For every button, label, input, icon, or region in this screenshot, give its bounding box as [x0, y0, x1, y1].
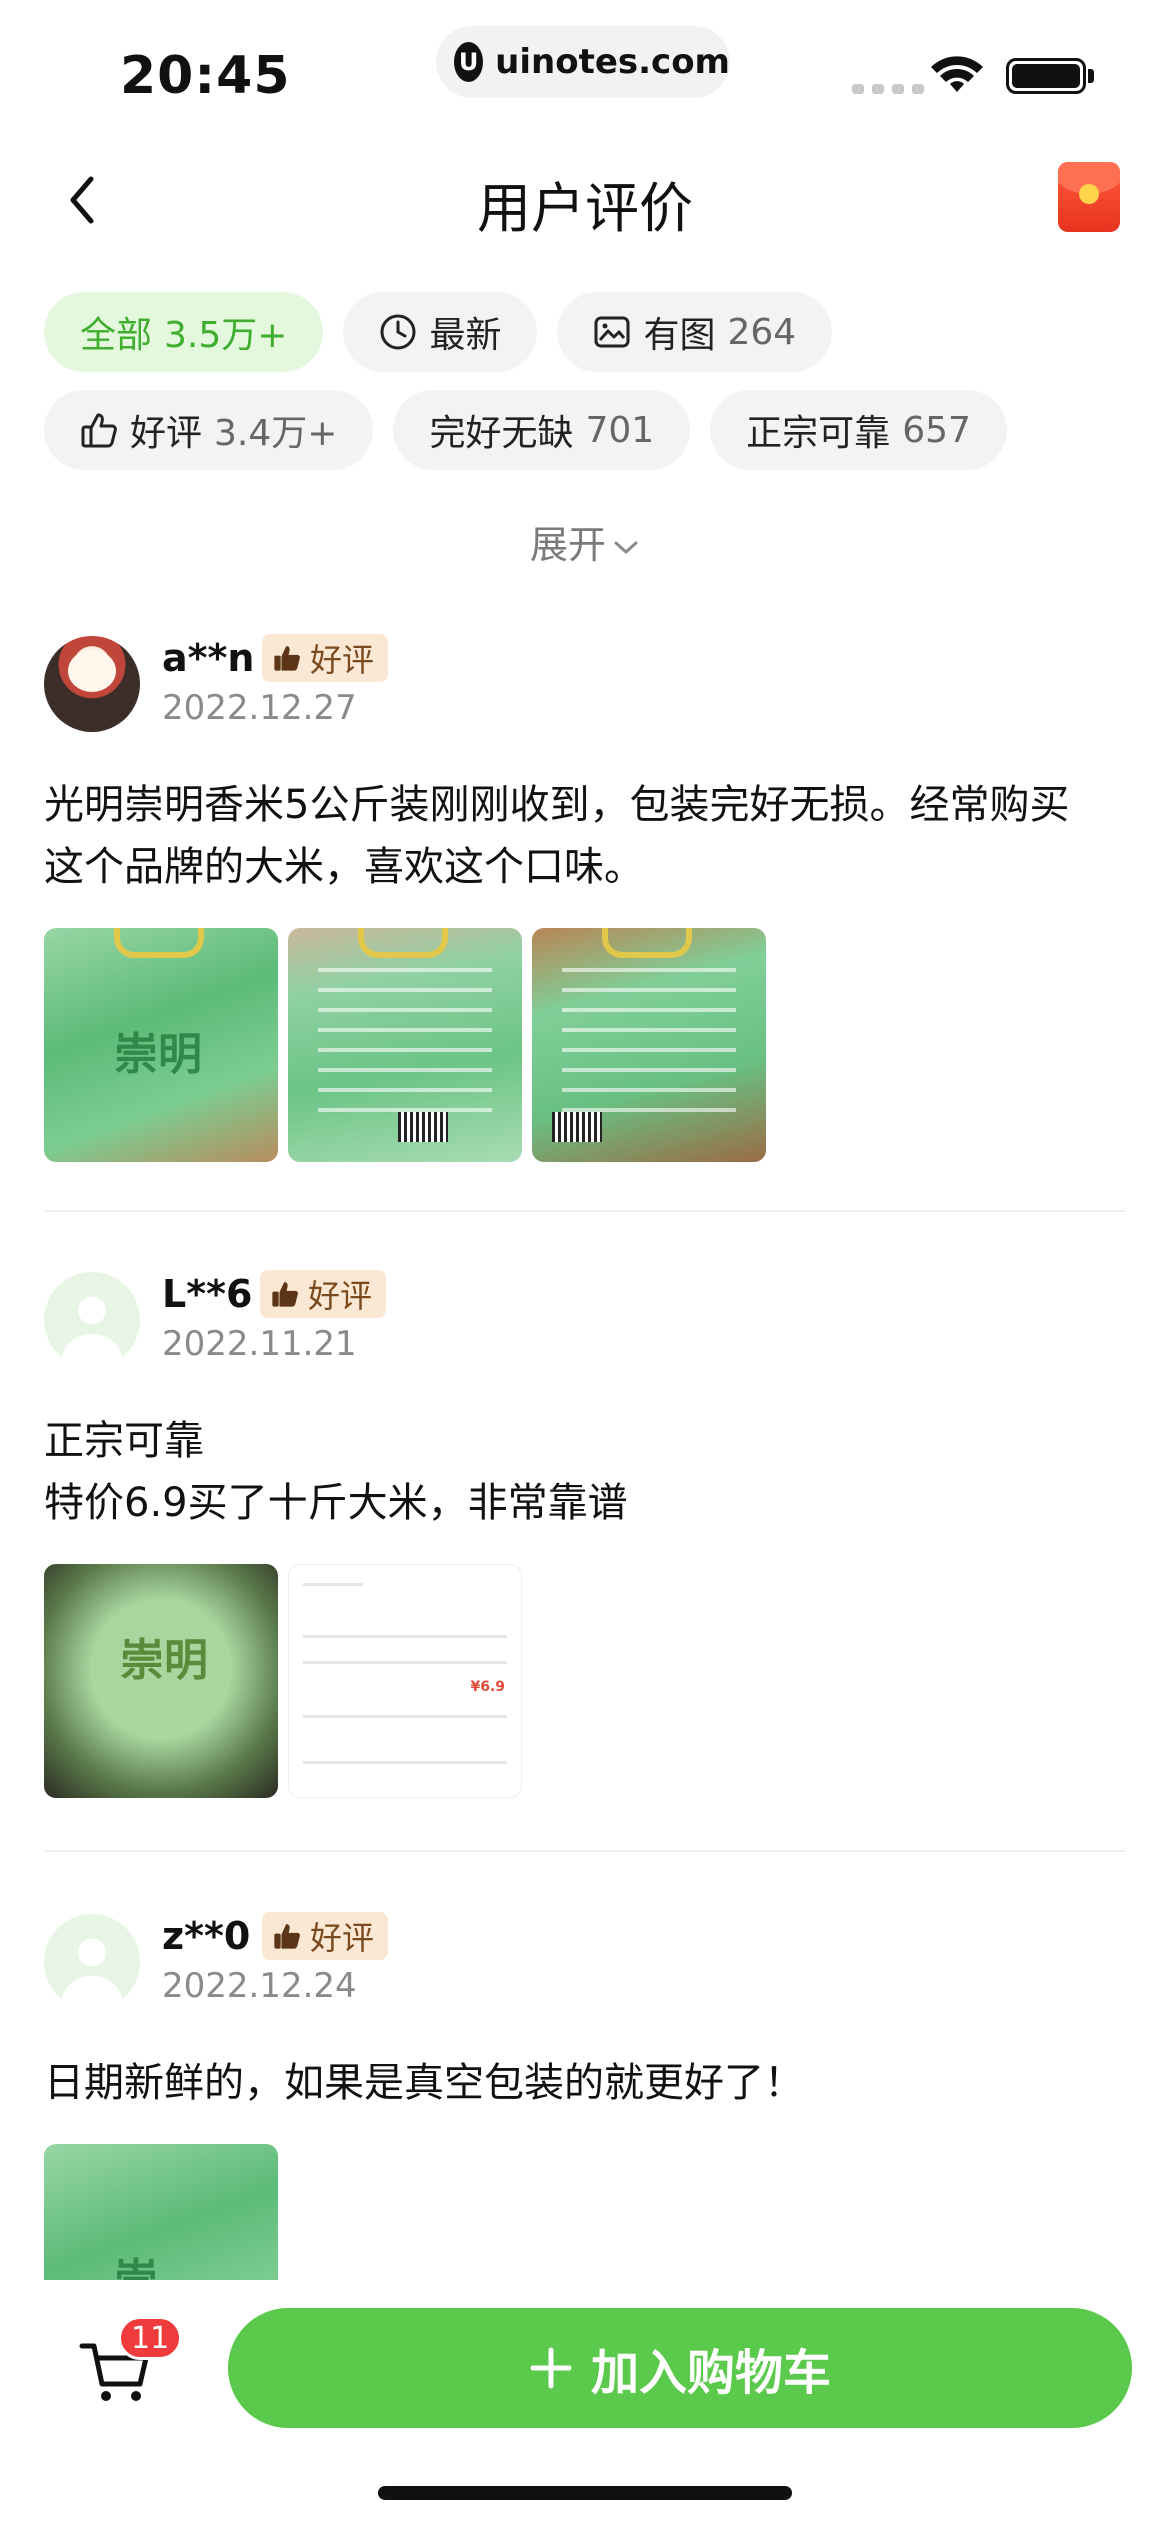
avatar[interactable]	[44, 1914, 140, 2010]
review-text-line: 特价6.9买了十斤大米，非常靠谱	[44, 1480, 628, 1526]
url-pill[interactable]: U uinotes.com	[436, 26, 730, 98]
page-title: 用户评价	[477, 177, 693, 240]
review-text-line: 日期新鲜的，如果是真空包装的就更好了！	[44, 2060, 804, 2106]
chip-count: 3.5万+	[164, 315, 288, 356]
positive-review-badge: 好评	[262, 634, 389, 682]
chip-label: 最新	[429, 315, 502, 356]
status-bar: 20:45 U uinotes.com	[0, 0, 1170, 130]
filter-chip-intact[interactable]: 完好无缺 701	[393, 390, 691, 470]
filter-chip-positive[interactable]: 好评 3.4万+	[44, 390, 374, 470]
thumbs-up-icon	[272, 1282, 298, 1307]
chip-label: 好评	[130, 413, 203, 454]
reviewer-name: L**6	[162, 1272, 253, 1316]
review-text-line: 正宗可靠	[44, 1418, 204, 1464]
chip-label: 有图	[643, 315, 716, 356]
divider	[44, 1850, 1126, 1852]
review-photo[interactable]: 崇明	[44, 928, 278, 1162]
status-time: 20:45	[120, 46, 291, 106]
badge-label: 好评	[310, 641, 375, 679]
battery-icon	[1006, 58, 1086, 94]
cart-count-badge: 11	[118, 2316, 183, 2360]
red-packet-icon[interactable]	[1058, 162, 1120, 232]
thumbs-up-icon	[274, 646, 300, 671]
chevron-down-icon	[614, 541, 638, 553]
add-to-cart-label: 加入购物车	[590, 2345, 831, 2401]
avatar[interactable]	[44, 636, 140, 732]
review-item: a**n 好评 2022.12.27 光明崇明香米5公斤装刚刚收到，包装完好无损…	[44, 634, 1126, 1162]
review-photo[interactable]	[288, 928, 522, 1162]
positive-review-badge: 好评	[262, 1912, 389, 1960]
filter-chip-all[interactable]: 全部 3.5万+	[44, 292, 324, 372]
chip-label: 正宗可靠	[746, 413, 891, 454]
wifi-icon	[931, 56, 983, 92]
review-text: 正宗可靠 特价6.9买了十斤大米，非常靠谱	[44, 1410, 1126, 1534]
review-text-line: 这个品牌的大米，喜欢这个口味。	[44, 844, 644, 890]
divider	[44, 1210, 1126, 1212]
positive-review-badge: 好评	[260, 1270, 387, 1318]
clock-icon	[380, 314, 416, 350]
url-text: uinotes.com	[495, 42, 730, 82]
home-indicator	[378, 2486, 792, 2500]
thumbs-up-icon	[274, 1924, 300, 1949]
review-text: 光明崇明香米5公斤装刚刚收到，包装完好无损。经常购买 这个品牌的大米，喜欢这个口…	[44, 774, 1126, 898]
add-to-cart-button[interactable]: 加入购物车	[228, 2308, 1132, 2428]
expand-button[interactable]: 展开	[0, 514, 1170, 569]
photo-label: 崇明	[114, 1029, 202, 1080]
review-text-line: 光明崇明香米5公斤装刚刚收到，包装完好无损。经常购买	[44, 782, 1070, 828]
expand-label: 展开	[529, 523, 606, 567]
photo-label: 崇明	[120, 1635, 208, 1686]
chip-label: 全部	[80, 315, 153, 356]
filter-chip-with-photos[interactable]: 有图 264	[557, 292, 833, 372]
image-icon	[594, 316, 630, 348]
chip-count: 701	[585, 409, 655, 451]
chip-count: 3.4万+	[214, 413, 338, 454]
chip-label: 完好无缺	[429, 413, 574, 454]
review-item: L**6 好评 2022.11.21 正宗可靠 特价6.9买了十斤大米，非常靠谱…	[44, 1270, 1126, 1798]
cellular-signal-icon	[852, 84, 924, 94]
nav-bar: 用户评价	[0, 150, 1170, 250]
filter-chip-latest[interactable]: 最新	[343, 292, 538, 372]
plus-icon	[530, 2347, 572, 2389]
review-date: 2022.11.21	[162, 1324, 357, 1364]
review-photo[interactable]: 崇明	[44, 1564, 278, 1798]
battery-tip	[1088, 69, 1094, 83]
review-photos: 崇明 ¥6.9	[44, 1564, 1126, 1798]
receipt-amount: ¥6.9	[470, 1679, 505, 1695]
site-logo-icon: U	[454, 42, 484, 82]
badge-label: 好评	[308, 1277, 373, 1315]
badge-label: 好评	[310, 1919, 375, 1957]
chip-count: 657	[902, 409, 971, 451]
chip-count: 264	[727, 311, 797, 353]
bottom-bar: 11 加入购物车	[0, 2280, 1170, 2532]
thumbs-up-icon	[81, 413, 117, 448]
review-text: 日期新鲜的，如果是真空包装的就更好了！	[44, 2052, 1126, 2114]
review-date: 2022.12.27	[162, 688, 357, 728]
filter-chips: 全部 3.5万+ 最新 有图 264 好评 3.4万+ 完好无缺 701 正宗可…	[44, 292, 1134, 488]
reviewer-name: z**0	[162, 1914, 251, 1958]
avatar[interactable]	[44, 1272, 140, 1368]
reviewer-name: a**n	[162, 636, 255, 680]
review-photo[interactable]: ¥6.9	[288, 1564, 522, 1798]
review-photos: 崇明	[44, 928, 1126, 1162]
filter-chip-authentic[interactable]: 正宗可靠 657	[710, 390, 1007, 470]
review-date: 2022.12.24	[162, 1966, 357, 2006]
review-photo[interactable]	[532, 928, 766, 1162]
